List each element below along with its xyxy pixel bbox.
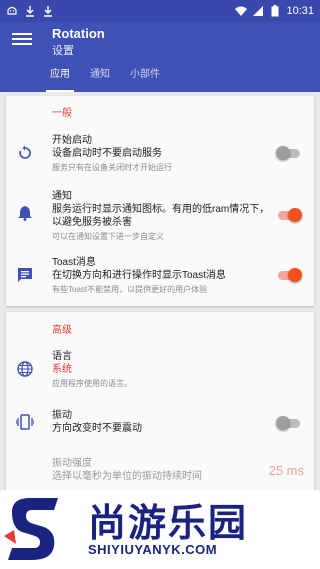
android-debug-icon — [6, 5, 18, 17]
tab-notification[interactable]: 通知 — [80, 68, 120, 92]
vibration-icon — [16, 413, 34, 431]
setting-notification[interactable]: 通知 服务运行时显示通知图标。有用的低ram情况下，以避免服务被杀害 可以在通知… — [6, 190, 314, 242]
language-value: 系统 — [52, 364, 72, 375]
clock: 10:31 — [286, 5, 314, 17]
setting-summary: 设备启动时不要启动服务 — [52, 148, 162, 159]
setting-hint: 应用程序使用的语言。 — [52, 379, 132, 388]
tab-app[interactable]: 应用 — [40, 68, 80, 92]
brand-logo-icon — [4, 492, 64, 564]
battery-icon — [269, 5, 281, 17]
setting-title: 语言 — [52, 351, 72, 362]
app-subtitle: 设置 — [52, 45, 74, 57]
restart-icon — [16, 144, 34, 162]
status-bar: 10:31 — [0, 0, 320, 22]
setting-start-on-boot[interactable]: 开始启动 设备启动时不要启动服务 服务只有在设备关闭时才开始运行 — [6, 134, 314, 174]
toast-switch[interactable] — [276, 268, 302, 282]
download-icon — [42, 5, 54, 17]
notification-switch[interactable] — [276, 208, 302, 222]
setting-language[interactable]: 语言 系统 应用程序使用的语言。 — [6, 350, 314, 390]
setting-summary: 方向改变时不要震动 — [52, 423, 142, 434]
general-settings-card: 一般 开始启动 设备启动时不要启动服务 服务只有在设备关闭时才开始运行 通知 服… — [6, 96, 314, 306]
vibration-strength-value: 25 ms — [268, 463, 304, 478]
banner-title: 尚游乐园 — [88, 503, 249, 545]
setting-hint: 服务只有在设备关闭时才开始运行 — [52, 163, 172, 172]
setting-title: 振动强度 — [52, 458, 92, 469]
setting-title: 振动 — [52, 410, 72, 421]
app-bar: Rotation 设置 应用 通知 小部件 — [0, 22, 320, 92]
setting-vibration[interactable]: 振动 方向改变时不要震动 — [6, 409, 314, 439]
download-icon — [24, 5, 36, 17]
vibration-switch[interactable] — [276, 416, 302, 430]
globe-icon — [16, 360, 34, 378]
section-header-advanced: 高级 — [52, 325, 72, 336]
setting-title: 通知 — [52, 191, 72, 202]
tab-widget[interactable]: 小部件 — [120, 68, 170, 92]
setting-toast[interactable]: Toast消息 在切换方向和进行操作时显示Toast消息 有些Toast不能禁用… — [6, 256, 314, 296]
setting-summary: 在切换方向和进行操作时显示Toast消息 — [52, 270, 226, 281]
setting-hint: 可以在通知设置下进一步自定义 — [52, 232, 164, 241]
watermark-banner: 尚游乐园 SHIYIUYANYK.COM — [0, 490, 320, 569]
start-on-boot-switch[interactable] — [276, 146, 302, 160]
message-icon — [16, 266, 34, 284]
setting-hint: 有些Toast不能禁用，以提供更好的用户体验 — [52, 285, 208, 294]
menu-icon[interactable] — [12, 30, 32, 50]
setting-summary: 服务运行时显示通知图标。有用的低ram情况下，以避免服务被杀害 — [52, 204, 270, 228]
section-header-general: 一般 — [52, 108, 72, 119]
banner-url: SHIYIUYANYK.COM — [88, 542, 218, 557]
tab-bar: 应用 通知 小部件 — [40, 68, 170, 92]
setting-title: Toast消息 — [52, 257, 96, 268]
setting-title: 开始启动 — [52, 135, 92, 146]
signal-icon — [252, 5, 264, 17]
app-title: Rotation — [52, 26, 105, 41]
wifi-icon — [235, 5, 248, 17]
bell-icon — [16, 204, 34, 222]
setting-summary: 选择以毫秒为单位的振动持续时间 — [52, 471, 202, 482]
